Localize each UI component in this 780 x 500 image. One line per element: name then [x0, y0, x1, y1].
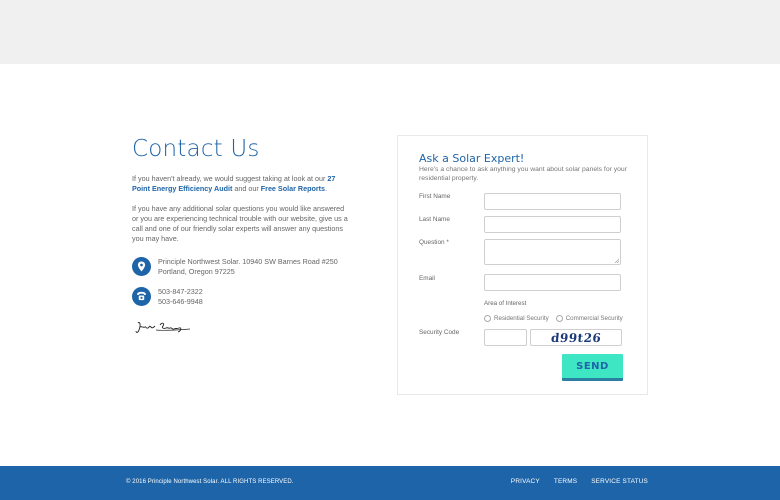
- question-label: Question *: [419, 239, 449, 246]
- signature-image: [134, 319, 352, 342]
- location-pin-icon: [132, 256, 151, 276]
- first-name-label: First Name: [419, 193, 451, 200]
- contact-section: Contact Us If you haven't already, we wo…: [132, 136, 352, 342]
- address-text: Principle Northwest Solar. 10940 SW Barn…: [158, 257, 338, 277]
- area-of-interest-options: Residential Security Commercial Security: [484, 315, 623, 322]
- phone-text: 503-847-2322 503-646-9948: [158, 287, 203, 307]
- email-label: Email: [419, 275, 435, 282]
- send-button[interactable]: SEND: [562, 354, 623, 381]
- intro-text-3: .: [325, 184, 328, 194]
- phone-icon: [132, 286, 151, 306]
- area-of-interest-label: Area of Interest: [484, 300, 527, 307]
- phone-number-1[interactable]: 503-847-2322: [158, 287, 203, 297]
- security-code-label: Security Code: [419, 329, 460, 336]
- ask-expert-form: Ask a Solar Expert! Here's a chance to a…: [397, 135, 648, 395]
- address-line-2: Portland, Oregon 97225: [158, 266, 235, 276]
- residential-radio[interactable]: [484, 315, 491, 322]
- intro-text: If you haven't already, we would suggest…: [132, 174, 328, 183]
- footer-links: PRIVACY TERMS SERVICE STATUS: [497, 478, 648, 485]
- resize-handle-icon[interactable]: [614, 258, 619, 263]
- page-title: Contact Us: [132, 136, 260, 162]
- last-name-label: Last Name: [419, 216, 450, 223]
- footer-link-terms[interactable]: TERMS: [554, 478, 577, 485]
- top-banner: [0, 0, 780, 64]
- commercial-option-label[interactable]: Commercial Security: [566, 315, 623, 322]
- first-name-field[interactable]: [484, 193, 621, 210]
- copyright-text: © 2016 Principle Northwest Solar. ALL RI…: [126, 479, 294, 485]
- security-code-field[interactable]: [484, 329, 527, 346]
- footer-link-service-status[interactable]: SERVICE STATUS: [591, 478, 648, 485]
- email-field[interactable]: [484, 274, 621, 291]
- question-field[interactable]: [484, 239, 621, 265]
- form-title: Ask a Solar Expert!: [419, 152, 525, 165]
- address-row: Principle Northwest Solar. 10940 SW Barn…: [132, 256, 352, 277]
- form-subtitle: Here's a chance to ask anything you want…: [419, 166, 627, 182]
- intro-paragraph: If you haven't already, we would suggest…: [132, 174, 352, 195]
- phone-number-2[interactable]: 503-646-9948: [158, 297, 203, 307]
- residential-option-label[interactable]: Residential Security: [494, 315, 549, 322]
- captcha-image: d99t26: [530, 329, 622, 346]
- footer: © 2016 Principle Northwest Solar. ALL RI…: [0, 466, 780, 500]
- help-paragraph: If you have any additional solar questio…: [132, 203, 348, 244]
- captcha-text: d99t26: [550, 330, 602, 345]
- address-line-1: Principle Northwest Solar. 10940 SW Barn…: [158, 256, 338, 266]
- commercial-radio[interactable]: [555, 315, 563, 322]
- footer-link-privacy[interactable]: PRIVACY: [511, 478, 540, 485]
- phone-row: 503-847-2322 503-646-9948: [132, 286, 352, 307]
- intro-text-2: and our: [232, 184, 261, 194]
- last-name-field[interactable]: [484, 216, 621, 233]
- solar-reports-link[interactable]: Free Solar Reports: [261, 184, 325, 193]
